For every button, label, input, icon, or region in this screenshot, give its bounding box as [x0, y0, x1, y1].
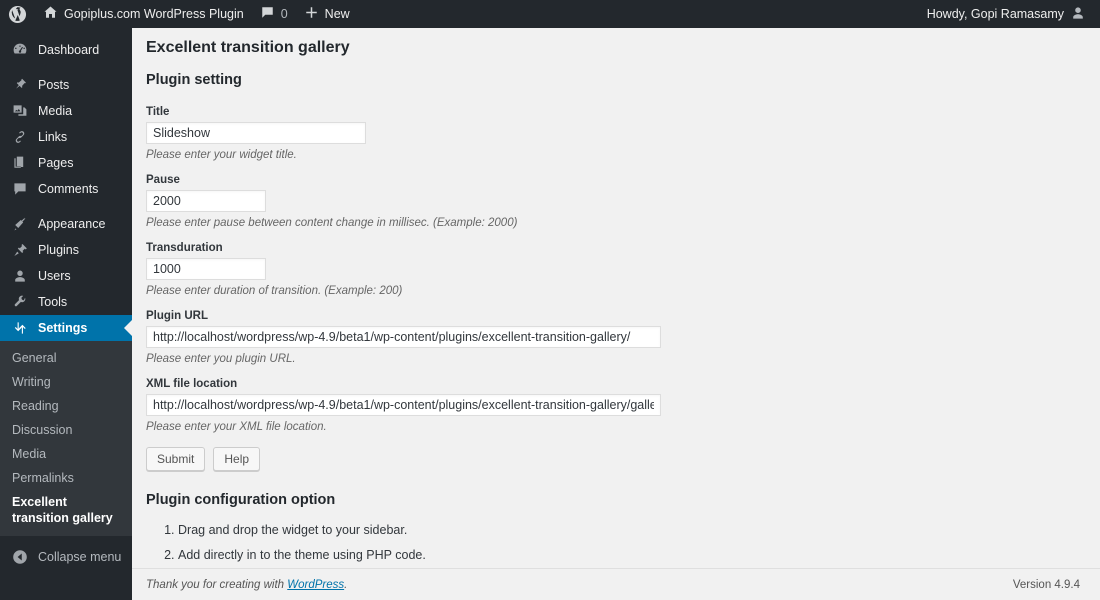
site-name-button[interactable]: Gopiplus.com WordPress Plugin — [35, 0, 252, 28]
sliders-icon — [10, 318, 30, 338]
sidebar-item-dashboard[interactable]: Dashboard — [0, 37, 132, 63]
sidebar-item-label: Plugins — [38, 243, 79, 257]
pin-icon — [10, 75, 30, 95]
submenu-item-general[interactable]: General — [0, 346, 132, 370]
admin-bar-left: Gopiplus.com WordPress Plugin 0 New — [0, 0, 358, 28]
user-icon — [10, 266, 30, 286]
sidebar-item-pages[interactable]: Pages — [0, 150, 132, 176]
plugin-configuration-heading: Plugin configuration option — [146, 491, 336, 508]
sidebar-item-tools[interactable]: Tools — [0, 289, 132, 315]
sidebar-item-label: Dashboard — [38, 43, 100, 57]
sidebar-item-label: Links — [38, 130, 68, 144]
pause-input[interactable] — [146, 189, 266, 212]
pause-field-label: Pause — [146, 173, 180, 186]
menu-separator-top — [0, 28, 132, 37]
admin-footer: Thank you for creating with WordPress. V… — [132, 568, 1100, 600]
sidebar-item-label: Appearance — [38, 217, 106, 231]
plus-icon — [304, 5, 319, 23]
home-icon — [43, 5, 58, 23]
title-input[interactable] — [146, 121, 366, 144]
sidebar-item-label: Pages — [38, 156, 74, 170]
sidebar-item-label: Tools — [38, 295, 68, 309]
dashboard-icon — [10, 40, 30, 60]
submenu-item-permalinks[interactable]: Permalinks — [0, 466, 132, 490]
pages-icon — [10, 153, 30, 173]
transduration-field-hint: Please enter duration of transition. (Ex… — [146, 284, 403, 297]
wordpress-logo-button[interactable] — [0, 0, 35, 28]
form-button-row: Submit Help — [146, 446, 1080, 471]
sidebar-item-label: Settings — [38, 321, 88, 335]
collapse-menu-button[interactable]: Collapse menu — [0, 542, 132, 572]
sidebar-item-comments[interactable]: Comments — [0, 176, 132, 202]
plugin-url-field-hint: Please enter you plugin URL. — [146, 352, 296, 365]
sidebar-item-label: Comments — [38, 182, 99, 196]
comments-button[interactable]: 0 — [252, 0, 296, 28]
content-inner: Excellent transition gallery Plugin sett… — [132, 28, 1100, 600]
title-field-label: Title — [146, 105, 170, 118]
admin-bar-right: Howdy, Gopi Ramasamy — [919, 0, 1100, 28]
user-avatar-icon — [1070, 5, 1086, 24]
comments-count: 0 — [280, 7, 288, 21]
xml-file-location-field-hint: Please enter your XML file location. — [146, 420, 327, 433]
wrench-icon — [10, 292, 30, 312]
footer-thanks-prefix: Thank you for creating with — [146, 578, 288, 591]
list-item: Add directly in to the theme using PHP c… — [178, 546, 1080, 565]
transduration-input[interactable] — [146, 257, 266, 280]
plugin-setting-heading: Plugin setting — [146, 71, 242, 88]
submit-button[interactable]: Submit — [146, 446, 206, 471]
submenu-item-media[interactable]: Media — [0, 442, 132, 466]
xml-file-location-input[interactable] — [146, 393, 661, 416]
sidebar-item-plugins[interactable]: Plugins — [0, 237, 132, 263]
sidebar-item-label: Users — [38, 269, 71, 283]
wordpress-link[interactable]: WordPress — [287, 579, 344, 591]
plugin-url-input[interactable] — [146, 325, 661, 348]
page-title: Excellent transition gallery — [146, 39, 350, 56]
howdy-label: Howdy, Gopi Ramasamy — [926, 7, 1064, 21]
sidebar-item-label: Posts — [38, 78, 70, 92]
admin-sidebar-menu: Dashboard Posts Media Links Pages Commen… — [0, 28, 132, 600]
new-content-label: New — [324, 7, 350, 21]
pause-field-hint: Please enter pause between content chang… — [146, 216, 518, 229]
transduration-field-label: Transduration — [146, 241, 223, 254]
media-icon — [10, 101, 30, 121]
menu-separator-2 — [0, 202, 132, 211]
help-button[interactable]: Help — [213, 446, 261, 471]
link-icon — [10, 127, 30, 147]
xml-file-location-field-label: XML file location — [146, 377, 238, 390]
collapse-arrow-icon — [10, 547, 30, 567]
footer-thanks-suffix: . — [344, 578, 348, 591]
submenu-item-excellent-transition-gallery[interactable]: Excellent transition gallery — [0, 490, 132, 530]
submenu-item-reading[interactable]: Reading — [0, 394, 132, 418]
wordpress-logo-icon — [8, 5, 27, 24]
sidebar-item-links[interactable]: Links — [0, 124, 132, 150]
sidebar-item-appearance[interactable]: Appearance — [0, 211, 132, 237]
menu-separator-1 — [0, 63, 132, 72]
submenu-item-discussion[interactable]: Discussion — [0, 418, 132, 442]
title-field-hint: Please enter your widget title. — [146, 148, 297, 161]
comment-bubble-icon — [260, 5, 275, 23]
new-content-button[interactable]: New — [296, 0, 358, 28]
my-account-button[interactable]: Howdy, Gopi Ramasamy — [919, 0, 1094, 28]
plugin-url-field-label: Plugin URL — [146, 309, 208, 322]
submenu-item-writing[interactable]: Writing — [0, 370, 132, 394]
collapse-menu-label: Collapse menu — [38, 550, 122, 564]
site-name-label: Gopiplus.com WordPress Plugin — [64, 7, 244, 21]
sidebar-item-posts[interactable]: Posts — [0, 72, 132, 98]
paintbrush-icon — [10, 214, 30, 234]
plug-icon — [10, 240, 30, 260]
settings-submenu: General Writing Reading Discussion Media… — [0, 341, 132, 536]
sidebar-item-label: Media — [38, 104, 73, 118]
main-content-area: Excellent transition gallery Plugin sett… — [132, 28, 1100, 600]
footer-version: Version 4.9.4 — [1012, 578, 1080, 591]
admin-bar: Gopiplus.com WordPress Plugin 0 New Howd… — [0, 0, 1100, 28]
sidebar-item-users[interactable]: Users — [0, 263, 132, 289]
sidebar-item-media[interactable]: Media — [0, 98, 132, 124]
sidebar-item-settings[interactable]: Settings — [0, 315, 132, 341]
list-item: Drag and drop the widget to your sidebar… — [178, 521, 1080, 540]
comment-icon — [10, 179, 30, 199]
footer-thanks: Thank you for creating with WordPress. — [146, 579, 347, 591]
